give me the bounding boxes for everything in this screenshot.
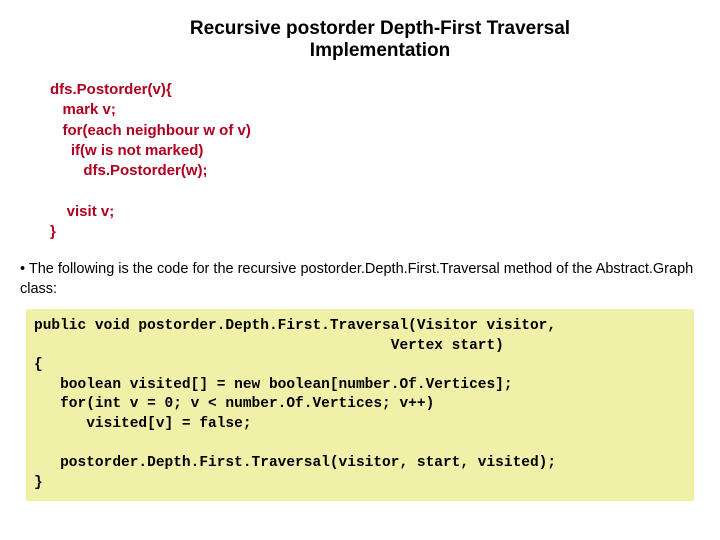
pseudocode-block: dfs.Postorder(v){ mark v; for(each neigh… <box>50 80 700 242</box>
slide: Recursive postorder Depth-First Traversa… <box>0 0 720 521</box>
java-code-block: public void postorder.Depth.First.Traver… <box>26 309 694 501</box>
description-text: • The following is the code for the recu… <box>20 260 700 299</box>
slide-title: Recursive postorder Depth-First Traversa… <box>130 18 630 62</box>
